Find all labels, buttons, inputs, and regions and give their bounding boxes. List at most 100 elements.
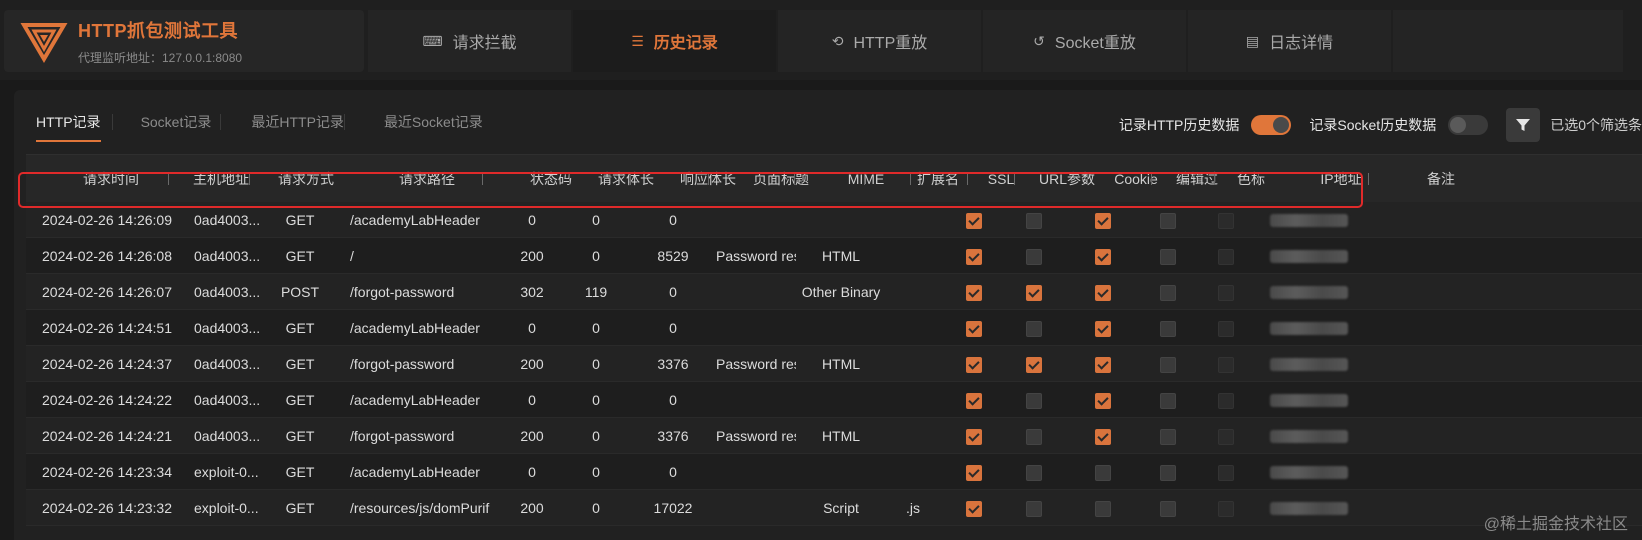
tab-http-replay[interactable]: ⟲ HTTP重放 xyxy=(778,10,981,72)
color-tag-swatch[interactable] xyxy=(1218,429,1234,445)
record-socket-toggle[interactable] xyxy=(1448,115,1489,135)
column-header[interactable]: 请求方式 xyxy=(260,155,352,203)
table-row[interactable]: 2024-02-26 14:26:07 0ad4003... POST/forgot… xyxy=(26,274,1642,310)
column-divider[interactable] xyxy=(630,173,631,185)
checkbox-url-params[interactable] xyxy=(1026,357,1042,373)
column-header[interactable]: IP地址 xyxy=(1286,155,1396,203)
checkbox-url-params[interactable] xyxy=(1026,321,1042,337)
checkbox-url-params[interactable] xyxy=(1026,465,1042,481)
table-row[interactable]: 2024-02-26 14:24:21 0ad4003... GET/forgot-… xyxy=(26,418,1642,454)
color-tag-swatch[interactable] xyxy=(1218,501,1234,517)
column-divider[interactable] xyxy=(1151,173,1152,185)
column-divider[interactable] xyxy=(1214,173,1215,185)
column-divider[interactable] xyxy=(1446,173,1447,185)
column-divider[interactable] xyxy=(569,173,570,185)
color-tag-swatch[interactable] xyxy=(1218,285,1234,301)
column-header[interactable]: SSL xyxy=(976,155,1026,203)
tab-intercept[interactable]: ⌨ 请求拦截 xyxy=(368,10,571,72)
checkbox-url-params[interactable] xyxy=(1026,393,1042,409)
column-divider[interactable] xyxy=(1368,173,1369,185)
table-row[interactable]: 2024-02-26 14:24:51 0ad4003... GET/academy… xyxy=(26,310,1642,346)
checkbox-ssl[interactable] xyxy=(966,285,982,301)
tab-socket-replay[interactable]: ↺ Socket重放 xyxy=(983,10,1186,72)
checkbox-cookie[interactable] xyxy=(1095,393,1111,409)
column-header[interactable]: 备注 xyxy=(1406,155,1476,203)
checkbox-ssl[interactable] xyxy=(966,393,982,409)
checkbox-ssl[interactable] xyxy=(966,501,982,517)
checkbox-edited[interactable] xyxy=(1160,321,1176,337)
column-divider[interactable] xyxy=(1087,173,1088,185)
checkbox-cookie[interactable] xyxy=(1095,357,1111,373)
table-row[interactable]: 2024-02-26 14:23:34 exploit-0... GET/acade… xyxy=(26,454,1642,490)
color-tag-swatch[interactable] xyxy=(1218,465,1234,481)
checkbox-edited[interactable] xyxy=(1160,393,1176,409)
checkbox-ssl[interactable] xyxy=(966,249,982,265)
checkbox-cookie[interactable] xyxy=(1095,501,1111,517)
color-tag-swatch[interactable] xyxy=(1218,249,1234,265)
column-header[interactable]: URL参数 xyxy=(1032,155,1102,203)
checkbox-ssl[interactable] xyxy=(966,429,982,445)
color-tag-swatch[interactable] xyxy=(1218,393,1234,409)
subtab-recent-http[interactable]: 最近HTTP记录 xyxy=(251,112,344,138)
checkbox-cookie[interactable] xyxy=(1095,465,1111,481)
table-row[interactable]: 2024-02-26 14:24:22 0ad4003... GET/academy… xyxy=(26,382,1642,418)
checkbox-cookie[interactable] xyxy=(1095,429,1111,445)
color-tag-swatch[interactable] xyxy=(1218,357,1234,373)
subtab-socket-records[interactable]: Socket记录 xyxy=(141,112,212,138)
checkbox-cookie[interactable] xyxy=(1095,285,1111,301)
table-row[interactable]: 2024-02-26 14:24:37 0ad4003... GET/forgot-… xyxy=(26,346,1642,382)
subtab-http-records[interactable]: HTTP记录 xyxy=(36,112,101,142)
checkbox-ssl[interactable] xyxy=(966,465,982,481)
column-divider[interactable] xyxy=(794,173,795,185)
column-divider[interactable] xyxy=(249,173,250,185)
column-header[interactable]: 主机地址 xyxy=(176,155,266,203)
checkbox-cookie[interactable] xyxy=(1095,249,1111,265)
column-divider[interactable] xyxy=(482,173,483,185)
record-http-toggle[interactable] xyxy=(1251,115,1292,135)
column-header[interactable]: 编辑过 xyxy=(1164,155,1230,203)
color-tag-swatch[interactable] xyxy=(1218,321,1234,337)
checkbox-edited[interactable] xyxy=(1160,249,1176,265)
column-divider[interactable] xyxy=(1258,173,1259,185)
table-row[interactable]: 2024-02-26 14:23:32 exploit-0... GET/resou… xyxy=(26,490,1642,526)
filter-button[interactable] xyxy=(1506,108,1541,142)
checkbox-edited[interactable] xyxy=(1160,213,1176,229)
checkbox-edited[interactable] xyxy=(1160,357,1176,373)
checkbox-url-params[interactable] xyxy=(1026,501,1042,517)
column-divider[interactable] xyxy=(1014,173,1015,185)
column-header[interactable]: 请求时间 xyxy=(46,155,176,203)
column-header[interactable]: 请求体长 xyxy=(586,155,666,203)
checkbox-edited[interactable] xyxy=(1160,285,1176,301)
table-row[interactable]: 2024-02-26 14:26:08 0ad4003... GET / 200 0 852… xyxy=(26,238,1642,274)
column-divider[interactable] xyxy=(168,173,169,185)
subtab-recent-socket[interactable]: 最近Socket记录 xyxy=(384,112,483,138)
checkbox-url-params[interactable] xyxy=(1026,285,1042,301)
checkbox-edited[interactable] xyxy=(1160,465,1176,481)
column-header[interactable]: MIME xyxy=(826,155,906,203)
color-tag-swatch[interactable] xyxy=(1218,213,1234,229)
column-divider[interactable] xyxy=(864,173,865,185)
column-header[interactable]: 状态码 xyxy=(516,155,586,203)
column-header[interactable]: 扩展名 xyxy=(908,155,968,203)
column-header[interactable]: 页面标题 xyxy=(736,155,826,203)
column-divider[interactable] xyxy=(313,173,314,185)
column-divider[interactable] xyxy=(708,173,709,185)
checkbox-cookie[interactable] xyxy=(1095,321,1111,337)
checkbox-url-params[interactable] xyxy=(1026,213,1042,229)
column-divider[interactable] xyxy=(910,173,911,185)
column-divider[interactable] xyxy=(967,173,968,185)
checkbox-ssl[interactable] xyxy=(966,321,982,337)
column-header[interactable]: 请求路径 xyxy=(352,155,502,203)
tab-log-detail[interactable]: ▤ 日志详情 xyxy=(1188,10,1391,72)
column-header[interactable]: 色标 xyxy=(1226,155,1276,203)
column-header[interactable]: Cookie xyxy=(1106,155,1166,203)
table-row[interactable]: 2024-02-26 14:26:09 0ad4003... GET/academy… xyxy=(26,202,1642,238)
tab-history[interactable]: ☰ 历史记录 xyxy=(573,10,776,72)
checkbox-ssl[interactable] xyxy=(966,357,982,373)
checkbox-url-params[interactable] xyxy=(1026,429,1042,445)
checkbox-cookie[interactable] xyxy=(1095,213,1111,229)
checkbox-edited[interactable] xyxy=(1160,429,1176,445)
checkbox-ssl[interactable] xyxy=(966,213,982,229)
checkbox-url-params[interactable] xyxy=(1026,249,1042,265)
checkbox-edited[interactable] xyxy=(1160,501,1176,517)
